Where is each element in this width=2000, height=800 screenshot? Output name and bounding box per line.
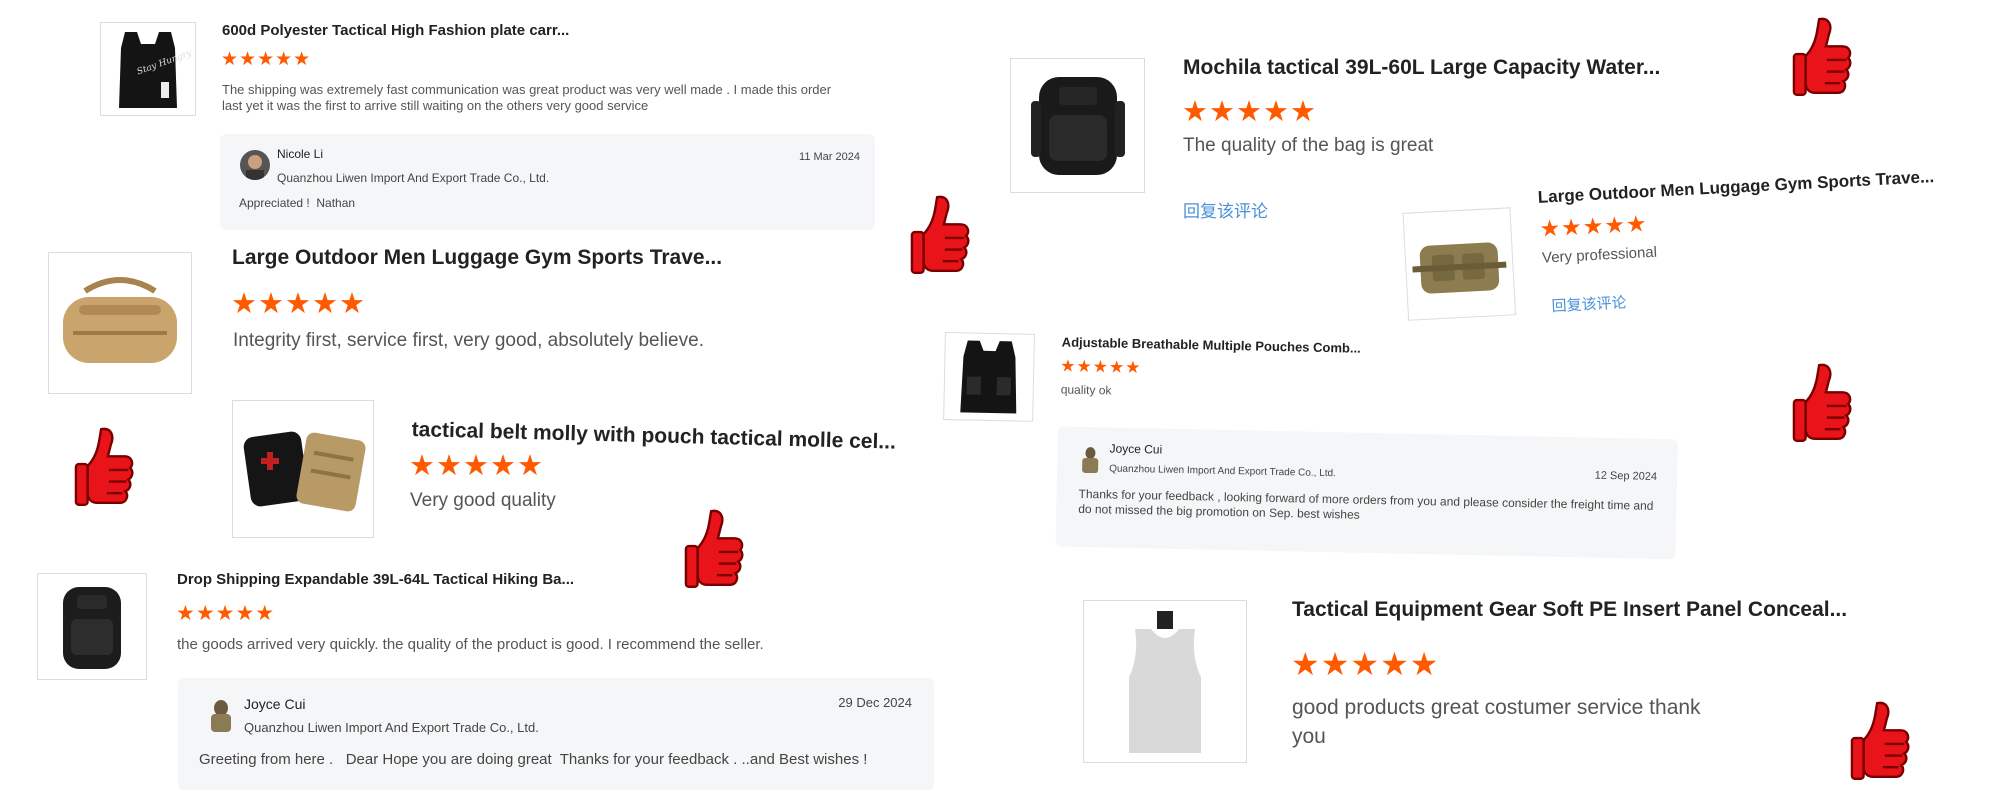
- thumbs-up-icon: [1792, 17, 1852, 96]
- reply-review-link[interactable]: 回复该评论: [1183, 197, 1268, 222]
- product-thumbnail[interactable]: [232, 400, 374, 538]
- product-title[interactable]: Tactical Equipment Gear Soft PE Insert P…: [1292, 598, 1847, 622]
- star-rating: ★★★★★: [221, 49, 312, 70]
- company-name: Quanzhou Liwen Import And Export Trade C…: [277, 171, 550, 185]
- reply-date: 29 Dec 2024: [838, 695, 912, 710]
- product-thumbnail[interactable]: [1402, 207, 1517, 321]
- product-thumbnail[interactable]: [1083, 600, 1247, 763]
- review-text: Integrity first, service first, very goo…: [233, 330, 704, 351]
- star-rating: ★★★★★: [1182, 96, 1317, 128]
- tan-duffel-bag-icon: [63, 277, 177, 363]
- product-thumbnail[interactable]: [1010, 58, 1145, 193]
- reviewer-name: Joyce Cui: [244, 696, 306, 712]
- reply-message: Greeting from here . Dear Hope you are d…: [199, 751, 868, 768]
- avatar: [1079, 445, 1102, 474]
- reviewer-name: Nicole Li: [277, 147, 324, 161]
- review-text: quality ok: [1060, 382, 1112, 398]
- white-tank-vest-icon: [1129, 610, 1201, 753]
- medical-pouch-icon: [243, 431, 366, 512]
- company-name: Quanzhou Liwen Import And Export Trade C…: [1109, 463, 1336, 480]
- product-title[interactable]: Large Outdoor Men Luggage Gym Sports Tra…: [232, 246, 722, 270]
- reply-date: 12 Sep 2024: [1594, 469, 1658, 483]
- review-card: Large Outdoor Men Luggage Gym Sports Tra…: [1400, 136, 1969, 345]
- product-title[interactable]: Large Outdoor Men Luggage Gym Sports Tra…: [1537, 167, 1934, 208]
- thumbs-up-icon: [910, 195, 970, 274]
- black-vest-icon: Stay Hungry: [119, 32, 191, 108]
- black-backpack-icon: [1030, 76, 1125, 175]
- reply-message: Thanks for your feedback , looking forwa…: [1078, 486, 1654, 522]
- tan-waist-bag-icon: [1412, 242, 1507, 294]
- product-thumbnail[interactable]: [37, 573, 147, 680]
- product-title[interactable]: 600d Polyester Tactical High Fashion pla…: [222, 22, 569, 39]
- seller-reply: Joyce Cui Quanzhou Liwen Import And Expo…: [1055, 426, 1678, 560]
- star-rating: ★★★★★: [1538, 210, 1649, 242]
- review-text: good products great costumer service tha…: [1292, 696, 1701, 748]
- thumbs-up-icon: [684, 509, 744, 588]
- review-text: The shipping was extremely fast communic…: [222, 82, 832, 113]
- review-card: Adjustable Breathable Multiple Pouches C…: [940, 330, 1685, 585]
- star-rating: ★★★★★: [1291, 646, 1440, 682]
- review-text: Very good quality: [410, 490, 556, 511]
- reply-date: 11 Mar 2024: [799, 151, 860, 163]
- review-text: The quality of the bag is great: [1183, 135, 1434, 156]
- review-text: Very professional: [1541, 243, 1658, 267]
- star-rating: ★★★★★: [176, 602, 276, 625]
- seller-reply: Joyce Cui Quanzhou Liwen Import And Expo…: [178, 678, 934, 790]
- review-text: the goods arrived very quickly. the qual…: [177, 636, 764, 653]
- product-title[interactable]: Adjustable Breathable Multiple Pouches C…: [1062, 334, 1361, 355]
- seller-reply: Nicole Li Quanzhou Liwen Import And Expo…: [220, 134, 875, 230]
- product-thumbnail[interactable]: [943, 331, 1035, 422]
- product-title[interactable]: Drop Shipping Expandable 39L-64L Tactica…: [177, 571, 574, 588]
- avatar: [240, 150, 270, 180]
- star-rating: ★★★★★: [231, 288, 366, 320]
- thumbs-up-icon: [1792, 363, 1852, 442]
- reply-review-link[interactable]: 回复该评论: [1551, 291, 1627, 316]
- product-thumbnail[interactable]: Stay Hungry: [100, 22, 196, 116]
- avatar: [206, 698, 236, 732]
- star-rating: ★★★★★: [1060, 356, 1142, 378]
- tactical-vest-icon: [960, 340, 1017, 414]
- product-thumbnail[interactable]: [48, 252, 192, 394]
- thumbs-up-icon: [1850, 701, 1910, 780]
- company-name: Quanzhou Liwen Import And Export Trade C…: [244, 720, 539, 735]
- star-rating: ★★★★★: [409, 450, 544, 482]
- thumbs-up-icon: [74, 427, 134, 506]
- reviewer-name: Joyce Cui: [1109, 441, 1163, 457]
- reply-message: Appreciated ! Nathan: [239, 196, 356, 210]
- black-backpack-icon: [63, 586, 121, 669]
- product-title[interactable]: Mochila tactical 39L-60L Large Capacity …: [1183, 56, 1660, 80]
